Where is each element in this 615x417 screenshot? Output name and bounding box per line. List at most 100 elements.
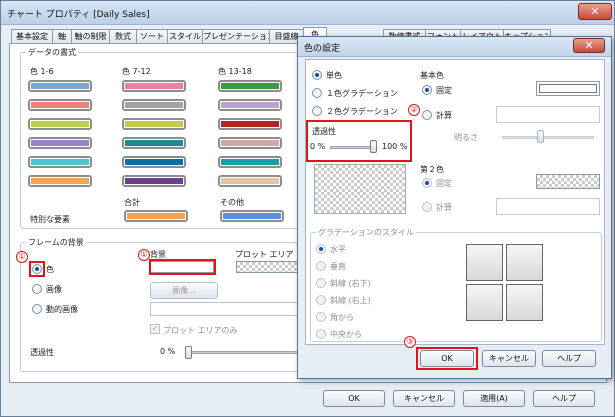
color-7-12-swatch-3[interactable]: [122, 118, 186, 130]
plot-area-only-label: プロット エリアのみ: [163, 326, 238, 335]
second-calc-field[interactable]: [496, 198, 600, 215]
second-fixed-radio[interactable]: [422, 178, 432, 188]
other-color-swatch[interactable]: [220, 210, 284, 222]
color-7-12-swatch-4[interactable]: [122, 137, 186, 149]
base-calc-field[interactable]: [496, 106, 600, 123]
color-1-6-swatch-3[interactable]: [28, 118, 92, 130]
tab-axis-limits[interactable]: 軸の制限: [71, 29, 110, 44]
color-preview: [314, 164, 406, 214]
plot-area-label: プロット エリア: [235, 250, 294, 259]
cancel-button[interactable]: キャンセル: [393, 390, 455, 407]
tab-dimension[interactable]: 軸: [52, 29, 72, 44]
color-13-18-swatch-5[interactable]: [218, 156, 282, 168]
base-calc-label: 計算: [436, 111, 452, 120]
special-elements-label: 特別な要素: [30, 215, 70, 224]
second-color-field[interactable]: [536, 174, 600, 189]
transparency-max: 100 %: [382, 142, 408, 151]
annotation-marker-1b: ①: [138, 249, 150, 261]
color-1-6-swatch-2[interactable]: [28, 99, 92, 111]
tab-expressions[interactable]: 数式: [109, 29, 137, 44]
close-icon[interactable]: ✕: [578, 3, 612, 20]
image-button[interactable]: 画像...: [150, 282, 218, 299]
color-7-12-swatch-5[interactable]: [122, 156, 186, 168]
gradient-variant-1[interactable]: [466, 244, 503, 281]
help-button[interactable]: ヘルプ: [533, 390, 595, 407]
gradient-style-radio-1[interactable]: [316, 244, 326, 254]
color-1-6-swatch-4[interactable]: [28, 137, 92, 149]
window-title: チャート プロパティ [Daily Sales]: [7, 10, 150, 20]
gradient-style-radio-6[interactable]: [316, 329, 326, 339]
annotation-marker-3: ③: [404, 336, 416, 348]
annotation-marker-1a: ①: [16, 251, 28, 263]
tab-presentation[interactable]: プレゼンテーション: [202, 29, 270, 44]
tab-general[interactable]: 基本設定: [11, 29, 53, 44]
bg-dynamic-image-radio[interactable]: [32, 304, 42, 314]
color-13-18-swatch-3[interactable]: [218, 118, 282, 130]
total-color-swatch[interactable]: [124, 210, 188, 222]
frame-transparency-slider[interactable]: [185, 346, 192, 359]
gradient-variant-2[interactable]: [506, 244, 543, 281]
second-calc-label: 計算: [436, 203, 452, 212]
second-fixed-label: 固定: [436, 179, 452, 188]
tab-sort[interactable]: ソート: [136, 29, 168, 44]
annotation-box-background: [149, 259, 216, 275]
color-1-6-swatch-5[interactable]: [28, 156, 92, 168]
dialog-cancel-button[interactable]: キャンセル: [482, 350, 536, 367]
brightness-track: [502, 136, 594, 139]
annotation-box-ok: [416, 347, 478, 370]
gradient-style-radio-2[interactable]: [316, 261, 326, 271]
plot-area-only-checkbox[interactable]: ✓: [150, 324, 160, 334]
base-color-field[interactable]: [536, 81, 600, 96]
second-calc-radio[interactable]: [422, 202, 432, 212]
color-1-6-label: 色 1-6: [30, 67, 54, 76]
color-13-18-swatch-4[interactable]: [218, 137, 282, 149]
gradient-variant-4[interactable]: [506, 284, 543, 321]
color-1-6-swatch-1[interactable]: [28, 80, 92, 92]
gradient-style-radio-3[interactable]: [316, 278, 326, 288]
color-13-18-label: 色 13-18: [218, 67, 252, 76]
color-7-12-swatch-6[interactable]: [122, 175, 186, 187]
brightness-slider[interactable]: [537, 130, 544, 143]
bg-dynamic-image-label: 動的画像: [46, 305, 78, 314]
gradient-style-label-6: 中央から: [330, 330, 362, 339]
gradient-style-radio-4[interactable]: [316, 295, 326, 305]
dynamic-image-field[interactable]: [150, 302, 305, 316]
color-7-12-swatch-2[interactable]: [122, 99, 186, 111]
dialog-close-icon[interactable]: ✕: [573, 38, 605, 53]
color-13-18-swatch-6[interactable]: [218, 175, 282, 187]
base-color-label: 基本色: [420, 71, 444, 80]
gradient-style-label: グラデーションのスタイル: [316, 227, 416, 238]
base-calc-radio[interactable]: [422, 110, 432, 120]
color-1-6-swatch-6[interactable]: [28, 175, 92, 187]
title-bar: チャート プロパティ [Daily Sales] ✕: [1, 1, 614, 25]
bg-image-radio[interactable]: [32, 284, 42, 294]
gradient-style-label-1: 水平: [330, 245, 346, 254]
gradient-style-label-3: 斜線 (右下): [330, 279, 371, 288]
apply-button[interactable]: 適用(A): [463, 390, 525, 407]
annotation-box-color-radio: [29, 261, 45, 277]
tab-style[interactable]: スタイル: [167, 29, 203, 44]
single-color-label: 単色: [326, 71, 342, 80]
gradient-variant-3[interactable]: [466, 284, 503, 321]
color-13-18-swatch-2[interactable]: [218, 99, 282, 111]
dialog-title: 色の設定: [304, 44, 341, 54]
bg-color-label: 色: [46, 265, 54, 274]
frame-transparency-label: 透過性: [30, 348, 54, 357]
color-settings-dialog: 色の設定 ✕ 単色 １色グラデーション ２色グラデーション 透過性 0 % 10…: [297, 36, 612, 379]
dialog-title-bar: 色の設定 ✕: [298, 37, 611, 57]
plot-area-color-field[interactable]: [236, 261, 300, 273]
data-format-label: データの書式: [26, 47, 78, 58]
single-color-radio[interactable]: [312, 70, 322, 80]
ok-button[interactable]: OK: [323, 390, 385, 407]
gradient-style-radio-5[interactable]: [316, 312, 326, 322]
dialog-help-button[interactable]: ヘルプ: [542, 350, 596, 367]
two-gradient-radio[interactable]: [312, 106, 322, 116]
color-13-18-swatch-1[interactable]: [218, 80, 282, 92]
base-fixed-radio[interactable]: [422, 85, 432, 95]
one-gradient-radio[interactable]: [312, 88, 322, 98]
transparency-track: [330, 146, 374, 149]
color-7-12-swatch-1[interactable]: [122, 80, 186, 92]
second-color-label: 第２色: [420, 165, 444, 174]
dialog-panel: 単色 １色グラデーション ２色グラデーション 透過性 0 % 100 % 基本色…: [305, 59, 605, 345]
transparency-slider[interactable]: [370, 140, 377, 153]
